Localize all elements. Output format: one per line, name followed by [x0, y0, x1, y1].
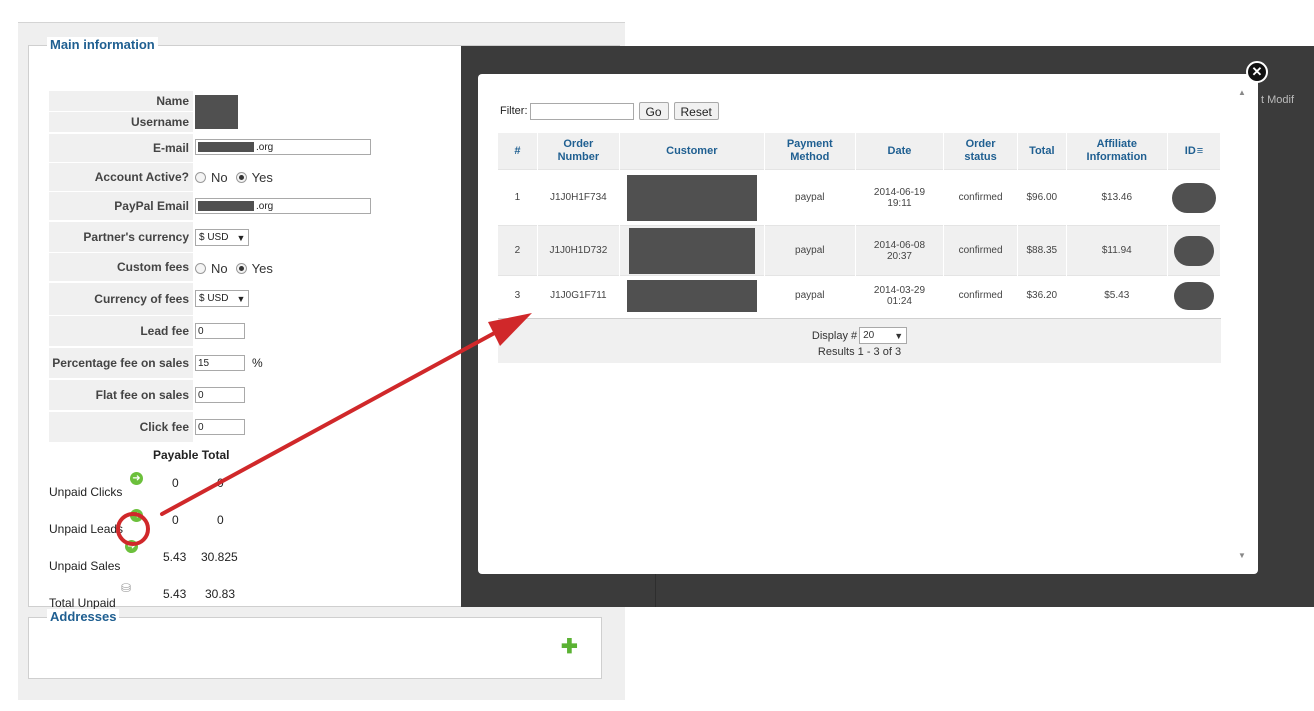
annotation-arrow-head [488, 313, 532, 346]
annotation-circle [116, 512, 150, 546]
annotation-arrow-line [160, 328, 502, 516]
annotation-layer [116, 313, 532, 546]
